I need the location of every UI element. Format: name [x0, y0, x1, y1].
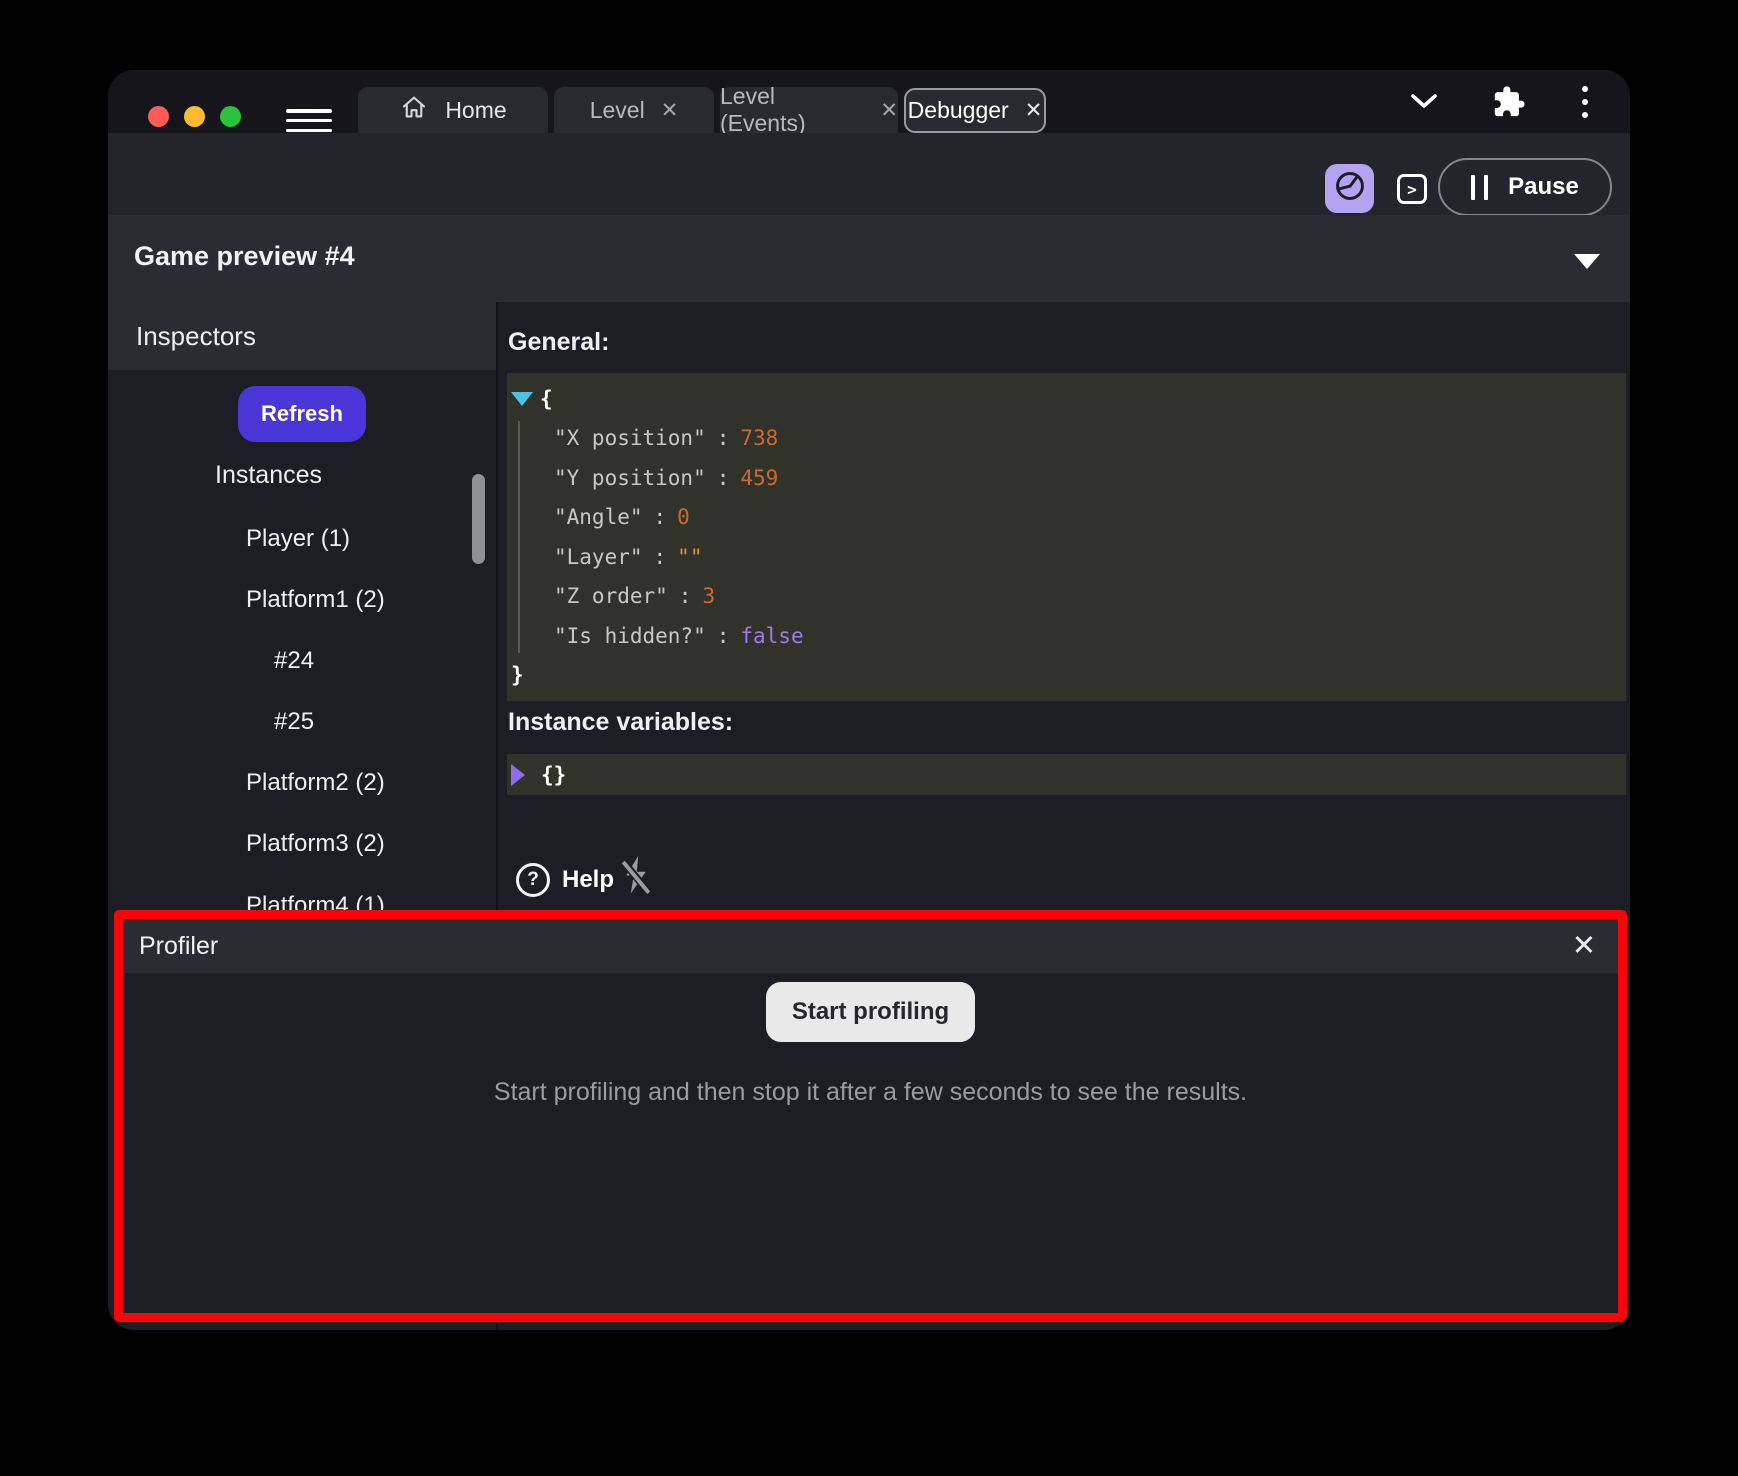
close-window-button[interactable] [148, 106, 169, 127]
close-brace: } [511, 663, 524, 687]
tree-item-player[interactable]: Player (1) [246, 525, 350, 553]
tab-label: Home [445, 97, 506, 124]
profiler-panel: Profiler ✕ Start profiling Start profili… [114, 910, 1627, 1322]
instance-variables-view: {} [507, 754, 1626, 795]
tab-level-events[interactable]: Level (Events) ✕ [720, 87, 898, 133]
start-profiling-button[interactable]: Start profiling [766, 982, 975, 1042]
kebab-menu-icon[interactable] [1582, 70, 1588, 133]
tab-bar: Home Level ✕ Level (Events) ✕ Debugger ✕ [108, 70, 1630, 133]
flash-off-icon[interactable] [618, 853, 654, 906]
gauge-icon [1333, 169, 1367, 208]
tab-label: Level (Events) [720, 83, 864, 137]
profiler-header: Profiler ✕ [123, 919, 1618, 973]
sidebar-scrollbar[interactable] [472, 474, 485, 564]
profiler-toggle-button[interactable] [1325, 164, 1374, 213]
tree-item-platform2[interactable]: Platform2 (2) [246, 769, 385, 797]
instance-variables-label: Instance variables: [508, 708, 733, 737]
minimize-window-button[interactable] [184, 106, 205, 127]
window-controls [148, 106, 241, 127]
expand-arrow-icon[interactable] [511, 764, 525, 786]
tab-debugger[interactable]: Debugger ✕ [904, 88, 1046, 133]
console-button[interactable]: > [1397, 174, 1427, 204]
dropdown-arrow-icon[interactable] [1574, 254, 1600, 269]
close-profiler-icon[interactable]: ✕ [1572, 932, 1596, 961]
general-section-label: General: [508, 328, 609, 357]
profiler-title: Profiler [139, 932, 218, 961]
main-menu-icon[interactable] [286, 109, 332, 132]
inspectors-title: Inspectors [136, 321, 256, 351]
extensions-puzzle-icon[interactable] [1492, 70, 1526, 133]
profiler-body: Start profiling Start profiling and then… [123, 973, 1618, 1107]
tab-label: Level [590, 97, 645, 124]
tab-label: Debugger [908, 97, 1009, 124]
json-property-row: "Angle":0 [511, 498, 1626, 538]
tree-item-platform3[interactable]: Platform3 (2) [246, 830, 385, 858]
pause-label: Pause [1508, 173, 1579, 201]
json-property-row: "Y position":459 [511, 458, 1626, 498]
game-preview-header[interactable]: Game preview #4 [108, 215, 1630, 302]
indent-guide [518, 421, 520, 653]
tree-item-instances[interactable]: Instances [215, 461, 322, 490]
refresh-button[interactable]: Refresh [238, 386, 366, 442]
collapse-arrow-icon[interactable] [511, 392, 533, 406]
inspectors-header: Inspectors [108, 302, 496, 370]
app-window: Home Level ✕ Level (Events) ✕ Debugger ✕ [108, 70, 1630, 1330]
profiler-hint-text: Start profiling and then stop it after a… [123, 1078, 1618, 1107]
close-tab-icon[interactable]: ✕ [1025, 98, 1043, 123]
help-label[interactable]: Help [562, 866, 614, 894]
general-json-view: { "X position":738 "Y position":459 "Ang… [507, 373, 1626, 701]
tab-home[interactable]: Home [358, 87, 548, 133]
tab-level[interactable]: Level ✕ [554, 87, 714, 133]
json-property-row: "Is hidden?":false [511, 616, 1626, 656]
console-prompt-icon: > [1407, 180, 1417, 199]
home-icon [399, 92, 429, 128]
maximize-window-button[interactable] [220, 106, 241, 127]
json-property-row: "Layer":"" [511, 537, 1626, 577]
tree-item-instance-25[interactable]: #25 [274, 708, 314, 736]
chevron-down-icon[interactable] [1410, 70, 1438, 133]
json-property-row: "Z order":3 [511, 577, 1626, 617]
debugger-toolbar: > Pause [108, 133, 1630, 215]
help-icon[interactable]: ? [516, 863, 550, 897]
game-preview-title: Game preview #4 [134, 241, 355, 272]
close-tab-icon[interactable]: ✕ [880, 98, 898, 123]
pause-button[interactable]: Pause [1438, 158, 1612, 216]
pause-icon [1471, 175, 1488, 200]
tree-item-platform1[interactable]: Platform1 (2) [246, 586, 385, 614]
open-brace: { [540, 387, 553, 411]
empty-object: {} [541, 763, 566, 787]
tree-item-instance-24[interactable]: #24 [274, 647, 314, 675]
json-property-row: "X position":738 [511, 419, 1626, 459]
close-tab-icon[interactable]: ✕ [661, 98, 679, 123]
